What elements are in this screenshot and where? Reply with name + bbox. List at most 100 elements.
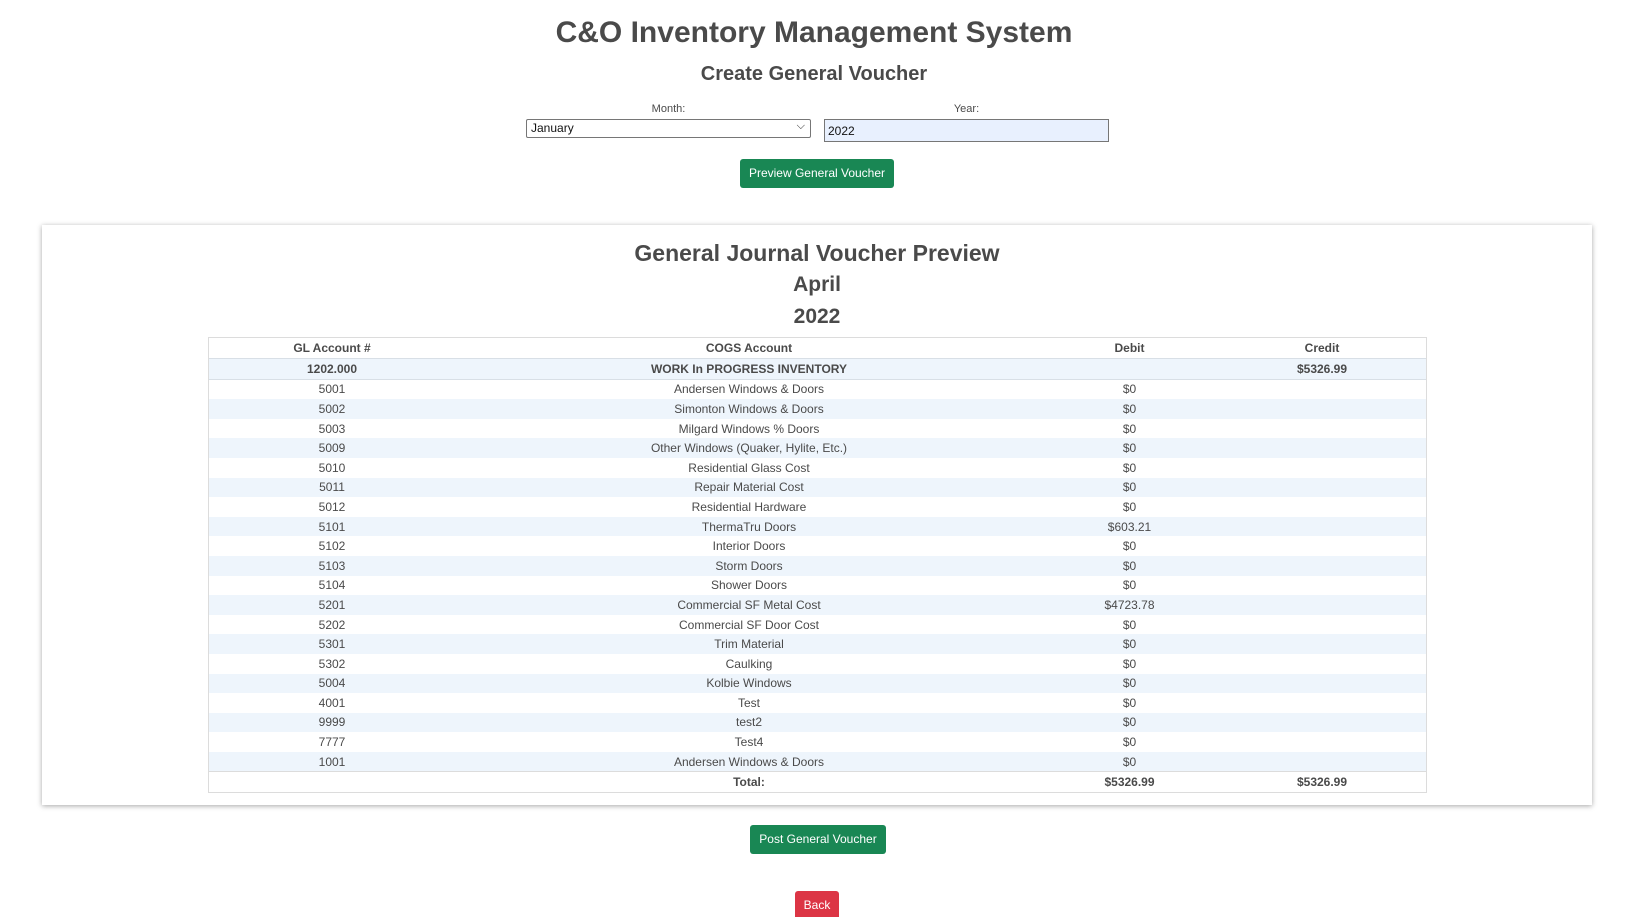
row-credit	[1217, 634, 1427, 654]
total-row: Total: $5326.99 $5326.99	[208, 771, 1427, 794]
row-cogs-account: Shower Doors	[710, 578, 788, 593]
table-row: 5104 Shower Doors $0	[208, 576, 1427, 596]
table-row: 5103 Storm Doors $0	[208, 555, 1427, 576]
preview-month: April	[793, 273, 841, 296]
preview-general-voucher-button[interactable]: Preview General Voucher	[740, 159, 894, 188]
table-row: 5009 Other Windows (Quaker, Hylite, Etc.)…	[208, 438, 1427, 458]
row-cogs-account: Commercial SF Door Cost	[678, 617, 820, 632]
row-debit: $4723.78	[1042, 595, 1217, 615]
row-cogs-account: Milgard Windows % Doors	[678, 421, 820, 436]
row-gl-account: 5010	[318, 460, 346, 475]
table-row: 5010 Residential Glass Cost $0	[208, 458, 1427, 478]
row-gl-account: 5001	[318, 382, 346, 397]
row-cogs-account: Interior Doors	[712, 539, 786, 554]
row-debit: $0	[1042, 438, 1217, 458]
month-select[interactable]: January ⌵	[526, 119, 811, 138]
row-cogs-account: Caulking	[725, 656, 773, 671]
table-row: 5004 Kolbie Windows $0	[208, 673, 1427, 694]
row-credit	[1217, 751, 1427, 772]
row-cogs-account: Simonton Windows & Doors	[456, 399, 1042, 419]
preview-title: General Journal Voucher Preview	[634, 240, 1000, 266]
month-select-value: January	[531, 121, 574, 135]
row-credit	[1217, 516, 1427, 537]
summary-debit	[1042, 358, 1217, 380]
year-input[interactable]: 2022	[824, 119, 1109, 142]
row-credit	[1217, 555, 1427, 576]
row-credit	[1217, 732, 1427, 752]
row-gl-account: 5101	[208, 516, 456, 537]
row-debit: $0	[1042, 712, 1217, 733]
row-gl-account: 5103	[208, 555, 456, 576]
table-row: 4001 Test $0	[208, 693, 1427, 713]
table-row: 9999 test2 $0	[208, 712, 1427, 733]
row-debit: $0	[1042, 634, 1217, 654]
row-debit: $0	[1042, 751, 1217, 772]
row-cogs-account: Storm Doors	[456, 555, 1042, 576]
row-gl-account: 5004	[208, 673, 456, 694]
summary-gl: 1202.000	[208, 358, 456, 380]
row-cogs-account: Trim Material	[456, 634, 1042, 654]
row-debit: $0	[1122, 499, 1137, 514]
table-row: 5012 Residential Hardware $0	[208, 497, 1427, 517]
row-debit: $0	[1042, 555, 1217, 576]
table-row: 5302 Caulking $0	[208, 654, 1427, 674]
post-general-voucher-button[interactable]: Post General Voucher	[750, 825, 886, 854]
page-subtitle: Create General Voucher	[700, 63, 928, 85]
summary-row: 1202.000 WORK In PROGRESS INVENTORY $532…	[208, 358, 1427, 380]
summary-account: WORK In PROGRESS INVENTORY	[456, 358, 1042, 380]
row-credit	[1217, 399, 1427, 419]
row-cogs-account: ThermaTru Doors	[456, 516, 1042, 537]
summary-credit: $5326.99	[1217, 358, 1427, 380]
row-cogs-account: Test	[737, 695, 760, 710]
row-debit: $0	[1122, 382, 1137, 397]
row-debit: $603.21	[1042, 516, 1217, 537]
row-gl-account: 5202	[318, 617, 346, 632]
total-debit: $5326.99	[1042, 771, 1217, 794]
row-gl-account: 7777	[318, 735, 346, 750]
total-label: Total:	[456, 771, 1042, 794]
table-header-row: GL Account # COGS Account Debit Credit	[208, 337, 1427, 359]
row-debit: $0	[1122, 539, 1137, 554]
row-credit	[1217, 438, 1427, 458]
row-gl-account: 5012	[318, 499, 346, 514]
row-cogs-account: Repair Material Cost	[456, 477, 1042, 498]
row-debit: $0	[1122, 460, 1137, 475]
table-row: 5101 ThermaTru Doors $603.21	[208, 516, 1427, 537]
row-credit	[1217, 379, 1427, 399]
row-gl-account: 5009	[208, 438, 456, 458]
year-label: Year:	[953, 103, 980, 115]
row-cogs-account: test2	[456, 712, 1042, 733]
table-row: 1001 Andersen Windows & Doors $0	[208, 751, 1427, 772]
table-row: 5202 Commercial SF Door Cost $0	[208, 615, 1427, 635]
row-credit	[1217, 595, 1427, 615]
back-button[interactable]: Back	[795, 891, 839, 917]
row-cogs-account: Commercial SF Metal Cost	[456, 595, 1042, 615]
table-row: 5001 Andersen Windows & Doors $0	[208, 379, 1427, 399]
table-row: 5003 Milgard Windows % Doors $0	[208, 419, 1427, 439]
row-gl-account: 5301	[208, 634, 456, 654]
column-header-cogs-account: COGS Account	[456, 337, 1042, 359]
row-credit	[1217, 477, 1427, 498]
row-credit	[1217, 497, 1427, 517]
row-debit: $0	[1042, 477, 1217, 498]
row-debit: $0	[1122, 617, 1137, 632]
row-gl-account: 5102	[318, 539, 346, 554]
row-credit	[1217, 419, 1427, 439]
voucher-preview-card: General Journal Voucher Preview April 20…	[42, 225, 1592, 805]
row-gl-account: 5302	[318, 656, 346, 671]
row-cogs-account: Test4	[734, 735, 764, 750]
row-cogs-account: Residential Glass Cost	[688, 460, 810, 475]
column-header-gl-account: GL Account #	[208, 337, 456, 359]
column-header-credit: Credit	[1217, 337, 1427, 359]
row-debit: $0	[1122, 578, 1137, 593]
row-credit	[1217, 615, 1427, 635]
page: C&O Inventory Management System Create G…	[0, 0, 1628, 917]
row-gl-account: 9999	[208, 712, 456, 733]
table-row: 5011 Repair Material Cost $0	[208, 477, 1427, 498]
row-gl-account: 1001	[208, 751, 456, 772]
row-credit	[1217, 654, 1427, 674]
row-debit: $0	[1122, 735, 1137, 750]
app-title: C&O Inventory Management System	[555, 16, 1073, 49]
table-row: 5201 Commercial SF Metal Cost $4723.78	[208, 595, 1427, 615]
row-debit: $0	[1122, 695, 1137, 710]
